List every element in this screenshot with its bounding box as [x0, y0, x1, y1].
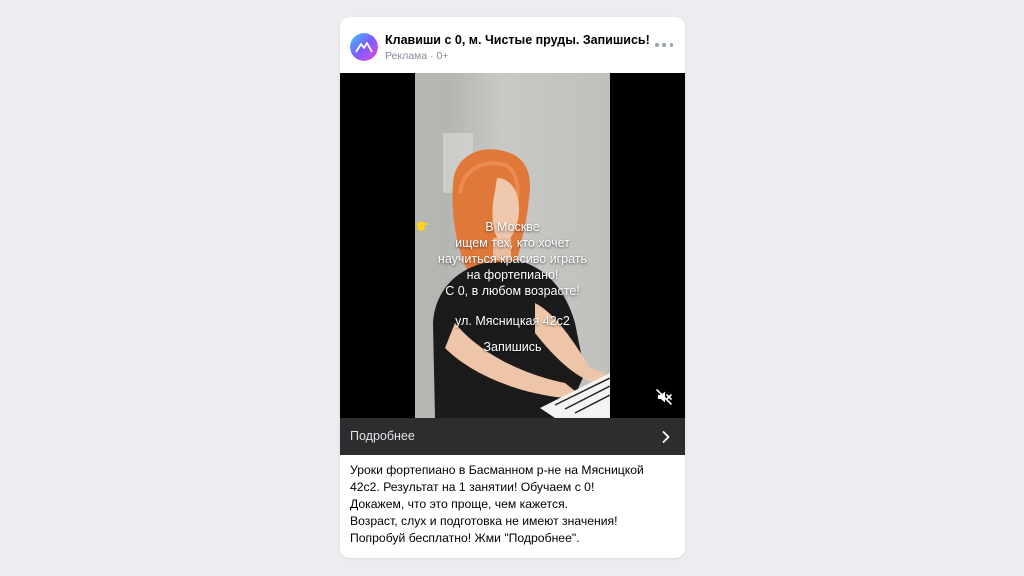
- caption-line: В Москве: [485, 220, 540, 234]
- muted-speaker-icon[interactable]: [654, 387, 674, 407]
- description-line: Попробуй бесплатно! Жми "Подробнее".: [350, 531, 580, 545]
- pointing-hand-icon: [417, 221, 429, 231]
- caption-cta: Запишись: [417, 221, 542, 355]
- ellipsis-icon[interactable]: [655, 39, 673, 51]
- caption-line: С 0, в любом возрасте!: [445, 284, 580, 298]
- caption-line: на фортепиано!: [466, 268, 559, 282]
- post-header: Клавиши с 0, м. Чистые пруды. Запишись! …: [340, 17, 685, 73]
- details-cta-label: Подробнее: [350, 429, 415, 443]
- video-frame: В Москве ищем тех, кто хочет научиться к…: [415, 73, 610, 418]
- video-caption: В Москве ищем тех, кто хочет научиться к…: [415, 219, 610, 355]
- video-player[interactable]: В Москве ищем тех, кто хочет научиться к…: [340, 73, 685, 418]
- description-line: Возраст, слух и подготовка не имеют знач…: [350, 514, 618, 528]
- caption-line: Запишись: [483, 340, 542, 354]
- post-meta: Реклама · 0+: [385, 50, 448, 62]
- caption-line: ищем тех, кто хочет: [455, 236, 570, 250]
- description-line: Уроки фортепиано в Басманном р-не на Мяс…: [350, 463, 644, 477]
- avatar[interactable]: [350, 33, 378, 61]
- mountain-logo-icon: [350, 33, 378, 61]
- age-rating: 0+: [436, 50, 449, 62]
- description-line: 42с2. Результат на 1 занятии! Обучаем с …: [350, 480, 595, 494]
- post-description: Уроки фортепиано в Басманном р-не на Мяс…: [350, 462, 678, 547]
- description-line: Докажем, что это проще, чем кажется.: [350, 497, 569, 511]
- chevron-right-icon: [662, 431, 670, 443]
- meta-separator: ·: [427, 50, 437, 62]
- caption-line: научиться красиво играть: [437, 252, 588, 266]
- details-cta-button[interactable]: Подробнее: [340, 418, 685, 455]
- sponsored-label: Реклама: [385, 50, 428, 62]
- ad-post-card: Клавиши с 0, м. Чистые пруды. Запишись! …: [340, 17, 685, 558]
- post-title[interactable]: Клавиши с 0, м. Чистые пруды. Запишись!: [385, 33, 655, 47]
- caption-line: ул. Мясницкая 42с2: [455, 314, 570, 328]
